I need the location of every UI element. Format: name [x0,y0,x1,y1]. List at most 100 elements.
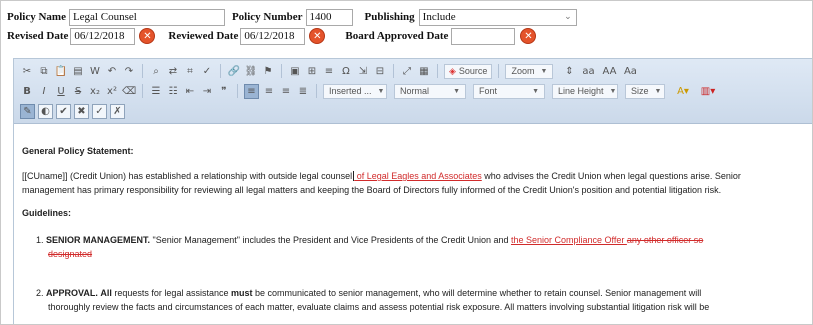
paste-word-icon[interactable]: W [88,64,102,78]
paste-icon[interactable]: 📋 [54,64,68,78]
unlink-icon[interactable]: ⛓ [244,64,258,78]
superscript-icon[interactable]: x² [105,84,119,98]
clear-reviewed-date-button[interactable]: ✕ [309,28,326,44]
toolbar-row-2: B I U S x₂ x² ⌫ ☰ ☷ ⇤ ⇥ ❞ ≡ ≡ ≡ ≣ Insert… [20,82,719,100]
accept-change-icon[interactable]: ✔ [56,103,71,119]
copy-icon[interactable]: ⧉ [37,64,51,78]
page-break-icon[interactable]: ⇲ [356,64,370,78]
policy-statement-line-2: management has primary responsibility fo… [22,185,722,195]
policy-name-value: Legal Counsel [72,10,137,23]
size-label: Size [631,86,649,96]
indent-icon[interactable]: ⇥ [200,84,214,98]
editor-toolbar: ✂ ⧉ 📋 ▤ W ↶ ↷ ⌕ ⇄ ⌗ ✓ 🔗 ⛓ ⚑ ▣ ⊞ ≡ Ω ⇲ ⊟ … [14,59,812,124]
policy-number-input[interactable]: 1400 [305,8,353,26]
cut-icon[interactable]: ✂ [20,64,34,78]
font-label: Font [479,86,498,96]
bold-icon[interactable]: B [20,84,34,98]
background-color-icon[interactable]: ▥▾ [697,84,719,98]
anchor-icon[interactable]: ⚑ [261,64,275,78]
statement-text: who advises the Credit Union when legal … [481,171,741,181]
policy-editor-window: Policy Name Legal Counsel Policy Number … [0,0,813,325]
undo-icon[interactable]: ↶ [105,64,119,78]
reject-change-icon[interactable]: ✖ [74,103,89,119]
font-dropdown[interactable]: Font ▼ [473,83,545,99]
toolbar-row-1: ✂ ⧉ 📋 ▤ W ↶ ↷ ⌕ ⇄ ⌗ ✓ 🔗 ⛓ ⚑ ▣ ⊞ ≡ Ω ⇲ ⊟ … [20,62,639,80]
remove-format-icon[interactable]: ⌫ [122,84,136,98]
policy-number-label: Policy Number [231,11,303,23]
horizontal-line-icon[interactable]: ≡ [322,64,336,78]
item-emphasis: All [100,288,112,298]
text-case-icon[interactable]: ⇕ [562,64,576,78]
strikethrough-icon[interactable]: S [71,84,85,98]
source-icon: ◈ [449,65,456,76]
link-icon[interactable]: 🔗 [227,64,241,78]
select-all-icon[interactable]: ⌗ [183,64,197,78]
subscript-icon[interactable]: x₂ [88,84,102,98]
size-dropdown[interactable]: Size ▼ [625,83,665,99]
editor-content[interactable]: General Policy Statement: [[CUname]] (Cr… [14,124,812,324]
guideline-item-1-line-2: designated [48,249,92,259]
title-case-icon[interactable]: Aa [621,64,639,78]
align-left-icon[interactable]: ≡ [244,83,259,99]
replace-icon[interactable]: ⇄ [166,64,180,78]
toolbar-separator [220,64,221,78]
lowercase-icon[interactable]: aa [579,64,597,78]
blockquote-icon[interactable]: ❞ [217,84,231,98]
redo-icon[interactable]: ↷ [122,64,136,78]
table-icon[interactable]: ⊞ [305,64,319,78]
close-icon: ✕ [524,30,533,42]
accept-all-icon[interactable]: ✓ [92,103,107,119]
reviewed-date-input[interactable]: 06/12/2018 [240,27,306,45]
show-changes-icon[interactable]: ◐ [38,103,53,119]
track-changes-icon[interactable]: ✎ [20,103,35,119]
item-text: be communicated to senior management, wh… [252,288,702,298]
bulleted-list-icon[interactable]: ☷ [166,84,180,98]
find-icon[interactable]: ⌕ [149,64,163,78]
toolbar-separator [498,64,500,78]
toolbar-row-3: ✎ ◐ ✔ ✖ ✓ ✗ [20,102,125,120]
revised-date-value: 06/12/2018 [74,29,125,42]
guidelines-heading: Guidelines: [22,208,72,218]
list-number: 1. [36,235,44,245]
outdent-icon[interactable]: ⇤ [183,84,197,98]
line-height-label: Line Height [558,86,604,96]
policy-number-value: 1400 [309,10,332,23]
line-height-dropdown[interactable]: Line Height ▼ [552,83,618,99]
special-char-icon[interactable]: Ω [339,64,353,78]
policy-info-row: Policy Name Legal Counsel Policy Number … [7,7,577,27]
policy-name-input[interactable]: Legal Counsel [68,8,225,26]
item-title: SENIOR MANAGEMENT. [46,235,151,245]
publishing-select[interactable]: Include ⌄ [418,8,577,26]
show-blocks-icon[interactable]: ▦ [417,64,431,78]
close-icon: ✕ [313,30,322,42]
board-approved-input[interactable] [451,27,516,45]
paste-text-icon[interactable]: ▤ [71,64,85,78]
align-right-icon[interactable]: ≡ [279,84,293,98]
publishing-label: Publishing [364,11,415,23]
revised-date-input[interactable]: 06/12/2018 [70,27,136,45]
source-button[interactable]: ◈ Source [444,63,493,79]
format-dropdown[interactable]: Normal ▼ [394,83,466,99]
template-icon[interactable]: ⊟ [373,64,387,78]
publishing-value: Include [422,10,456,23]
maximize-icon[interactable]: ⤢ [400,64,414,78]
underline-icon[interactable]: U [54,84,68,98]
inserted-dropdown[interactable]: Inserted ... ▼ [323,83,387,99]
clear-revised-date-button[interactable]: ✕ [139,28,156,44]
toolbar-separator [237,84,238,98]
numbered-list-icon[interactable]: ☰ [149,84,163,98]
item-emphasis: must [230,288,253,298]
align-center-icon[interactable]: ≡ [262,84,276,98]
guideline-item-2: 2. APPROVAL. All requests for legal assi… [36,288,701,298]
image-icon[interactable]: ▣ [288,64,302,78]
chevron-down-icon: ▼ [453,87,460,95]
reject-all-icon[interactable]: ✗ [110,103,125,119]
align-justify-icon[interactable]: ≣ [296,84,310,98]
spellcheck-icon[interactable]: ✓ [200,64,214,78]
uppercase-icon[interactable]: AA [600,64,618,78]
toolbar-separator [142,64,143,78]
zoom-dropdown[interactable]: Zoom ▼ [505,63,554,79]
text-color-icon[interactable]: A▾ [672,84,694,98]
italic-icon[interactable]: I [37,84,51,98]
clear-board-approved-button[interactable]: ✕ [520,28,537,44]
